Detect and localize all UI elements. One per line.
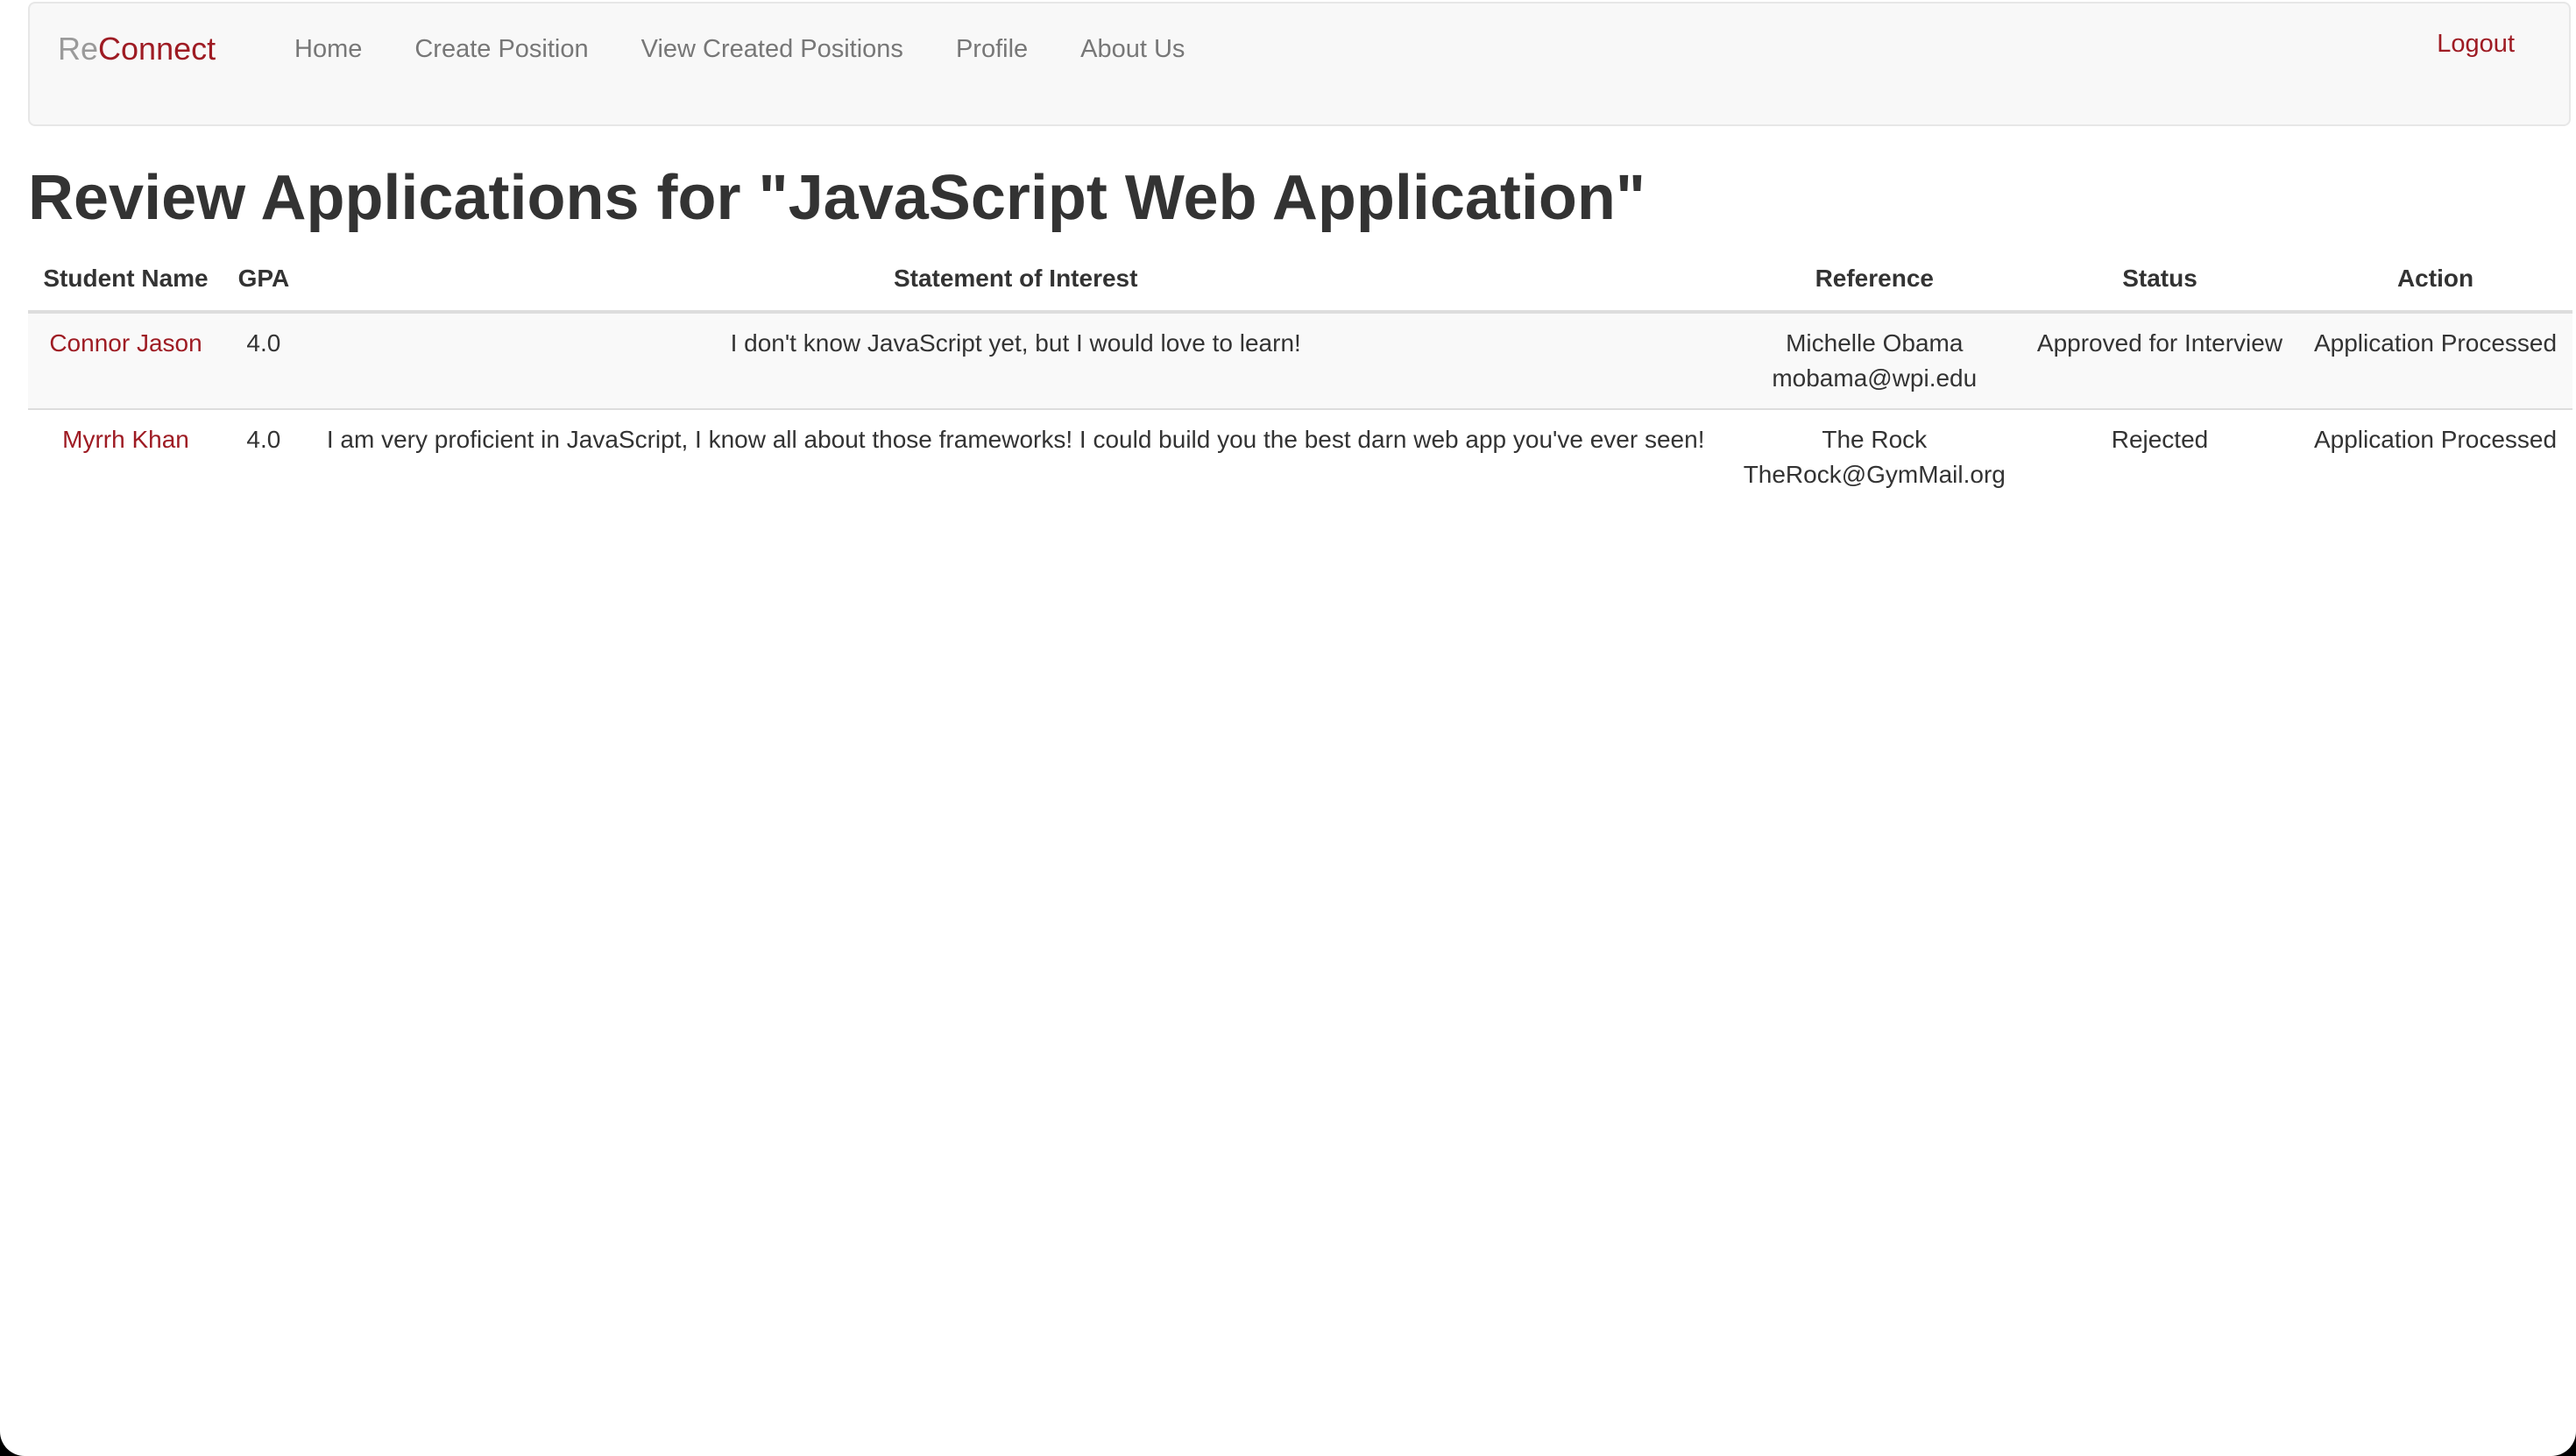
cell-student-name: Connor Jason: [28, 312, 223, 409]
cell-gpa: 4.0: [246, 329, 281, 357]
page-title: Review Applications for "JavaScript Web …: [28, 163, 1645, 233]
nav-create-position[interactable]: Create Position: [388, 30, 614, 68]
cell-action: Application Processed: [2298, 408, 2572, 505]
student-name-link[interactable]: Myrrh Khan: [62, 426, 189, 453]
nav-profile[interactable]: Profile: [930, 30, 1054, 68]
reference-name: The Rock: [1822, 426, 1928, 453]
table-row: Myrrh Khan 4.0 I am very proficient in J…: [28, 408, 2572, 505]
cell-statement: I don't know JavaScript yet, but I would…: [730, 329, 1301, 357]
cell-status: Approved for Interview: [2036, 329, 2283, 357]
reference-email: TheRock@GymMail.org: [1743, 461, 2006, 488]
cell-reference: Michelle Obama mobama@wpi.edu: [1728, 312, 2021, 409]
nav-view-created-positions[interactable]: View Created Positions: [615, 30, 930, 68]
header-student-name: Student Name: [28, 252, 224, 314]
nav-links: Home Create Position View Created Positi…: [268, 30, 1211, 68]
table-row: Connor Jason 4.0 I don't know JavaScript…: [28, 312, 2572, 409]
cell-action: Application Processed: [2313, 329, 2558, 357]
cell-student-name: Myrrh Khan: [28, 408, 224, 505]
brand-logo[interactable]: ReConnect: [58, 28, 216, 70]
brand-suffix: Connect: [98, 31, 216, 67]
reference-name: Michelle Obama: [1786, 329, 1964, 357]
table-header-row: Student Name GPA Statement of Interest R…: [28, 252, 2572, 314]
cell-gpa: 4.0: [223, 408, 304, 505]
browser-window: ReConnect Home Create Position View Crea…: [0, 0, 2576, 1456]
nav-home[interactable]: Home: [268, 30, 388, 68]
cell-reference: The Rock TheRock@GymMail.org: [1727, 408, 2021, 505]
reference-email: mobama@wpi.edu: [1772, 364, 1978, 392]
applications-table: Student Name GPA Statement of Interest R…: [28, 252, 2572, 505]
cell-status: Rejected: [2020, 408, 2299, 505]
nav-about-us[interactable]: About Us: [1054, 30, 1211, 68]
navbar: ReConnect Home Create Position View Crea…: [28, 2, 2571, 126]
logout-link[interactable]: Logout: [2437, 25, 2515, 63]
header-action: Action: [2298, 252, 2572, 314]
brand-prefix: Re: [58, 31, 99, 67]
student-name-link[interactable]: Connor Jason: [49, 329, 202, 357]
header-gpa: GPA: [223, 252, 304, 314]
header-status: Status: [2020, 252, 2299, 314]
cell-statement: I am very proficient in JavaScript, I kn…: [303, 408, 1728, 505]
header-statement: Statement of Interest: [303, 252, 1728, 314]
header-reference: Reference: [1727, 252, 2021, 314]
